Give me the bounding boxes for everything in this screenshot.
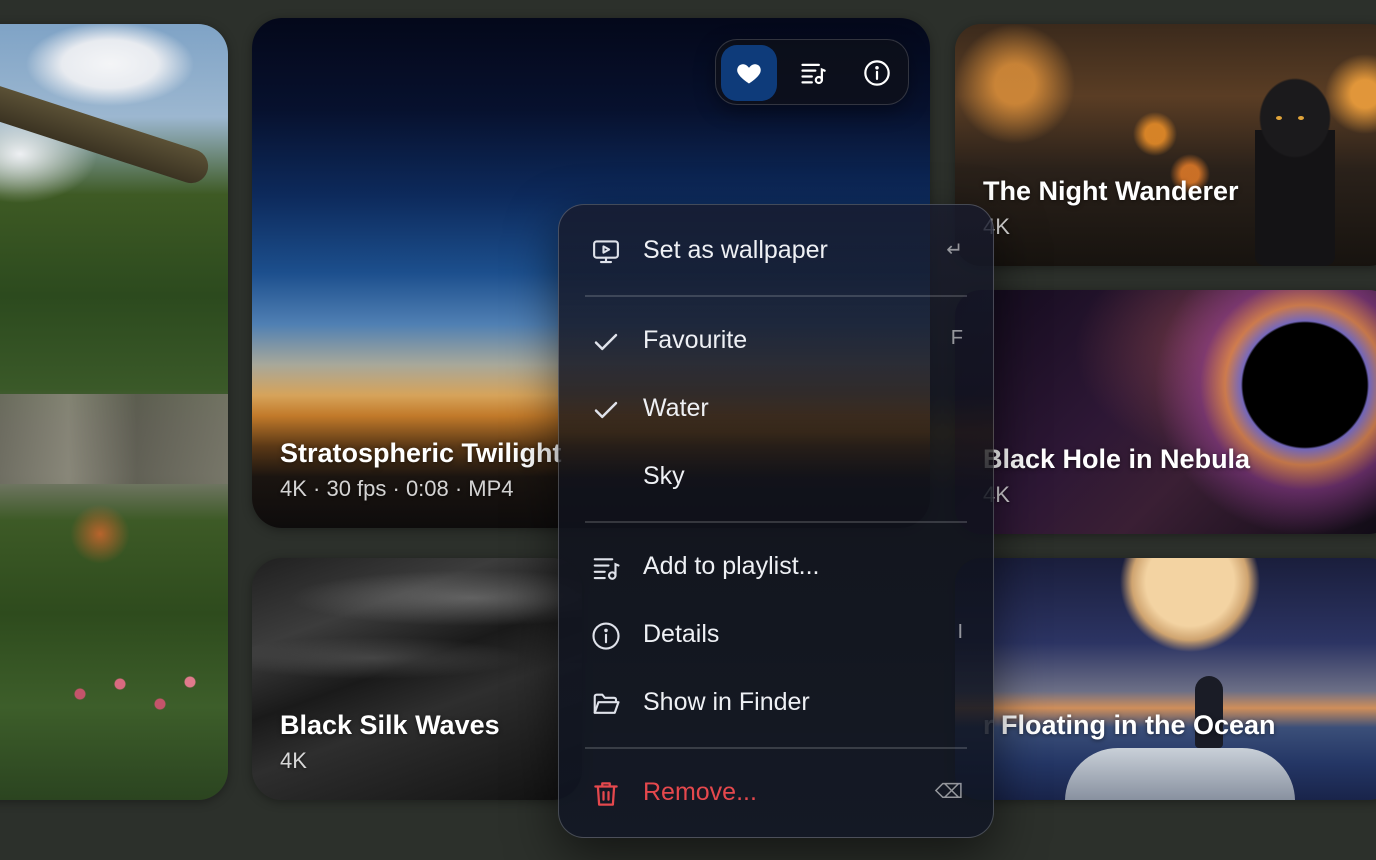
- shortcut-i: I: [957, 621, 963, 643]
- add-to-playlist-button[interactable]: [785, 45, 841, 101]
- favourite-button[interactable]: [721, 45, 777, 101]
- playlist-icon: [801, 63, 826, 85]
- shortcut-delete: ⌫: [934, 781, 963, 803]
- wallpaper-card-silk[interactable]: Black Silk Waves 4K: [252, 558, 582, 800]
- check-icon: [594, 401, 618, 419]
- flowers: [60, 664, 220, 724]
- monitor-play-icon: [593, 240, 619, 264]
- shortcut-f: F: [950, 327, 963, 349]
- info-icon: [592, 622, 620, 650]
- menu-item-show-in-finder[interactable]: Show in Finder: [559, 673, 993, 733]
- menu-item-label: Favourite: [643, 326, 748, 354]
- context-menu: Set as wallpaper ↵ Favourite F Water Sky…: [558, 204, 994, 838]
- details-button[interactable]: [849, 45, 905, 101]
- wallpaper-card-black-hole[interactable]: Black Hole in Nebula 4K: [955, 290, 1376, 534]
- card-title: Black Hole in Nebula: [983, 444, 1251, 474]
- wallpaper-card-night-wanderer[interactable]: The Night Wanderer 4K: [955, 24, 1376, 266]
- wallpaper-card-forest[interactable]: [0, 24, 228, 800]
- menu-item-label: Remove...: [643, 778, 757, 806]
- cat-silhouette: [1255, 60, 1335, 266]
- menu-item-remove[interactable]: Remove... ⌫: [559, 763, 993, 823]
- menu-item-set-wallpaper[interactable]: Set as wallpaper ↵: [559, 221, 993, 281]
- card-title: r Floating in the Ocean: [983, 710, 1276, 740]
- wallpaper-card-floating-ocean[interactable]: r Floating in the Ocean: [955, 558, 1376, 800]
- shortcut-return: ↵: [946, 239, 963, 261]
- autumn-tree: [70, 504, 130, 564]
- menu-separator: [585, 747, 967, 749]
- playlist-icon: [593, 558, 620, 580]
- card-title: Stratospheric Twilight: [280, 438, 562, 468]
- folder-open-icon: [593, 693, 620, 714]
- menu-item-label: Set as wallpaper: [643, 236, 828, 264]
- trash-icon: [594, 782, 618, 806]
- cat-eye: [1298, 116, 1304, 120]
- menu-separator: [585, 295, 967, 297]
- menu-item-sky[interactable]: Sky: [559, 447, 993, 507]
- card-title: Black Silk Waves: [280, 710, 500, 740]
- check-icon: [594, 333, 618, 351]
- card-title: The Night Wanderer: [983, 176, 1239, 206]
- card-meta: 4K · 30 fps · 0:08 · MP4: [280, 476, 514, 501]
- menu-item-favourite[interactable]: Favourite F: [559, 311, 993, 371]
- heart-icon: [737, 64, 761, 84]
- menu-item-add-to-playlist[interactable]: Add to playlist...: [559, 537, 993, 597]
- car: [1065, 748, 1295, 800]
- menu-item-label: Add to playlist...: [643, 552, 820, 580]
- menu-item-water[interactable]: Water: [559, 379, 993, 439]
- cat-eye: [1276, 116, 1282, 120]
- menu-item-label: Sky: [643, 462, 685, 490]
- tree-branch: [0, 74, 213, 188]
- cliff: [0, 394, 228, 484]
- menu-item-label: Details: [643, 620, 720, 648]
- card-toolbar: [715, 39, 909, 105]
- menu-item-label: Show in Finder: [643, 688, 810, 716]
- card-meta: 4K: [280, 748, 307, 773]
- menu-separator: [585, 521, 967, 523]
- menu-item-label: Water: [643, 394, 709, 422]
- menu-item-details[interactable]: Details I: [559, 605, 993, 665]
- info-icon: [864, 60, 890, 86]
